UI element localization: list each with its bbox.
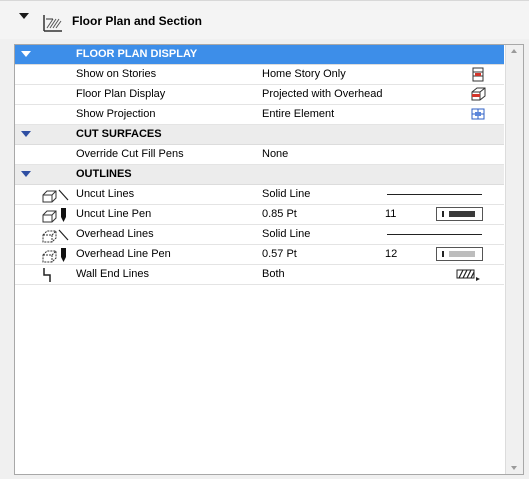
pen-number[interactable]: 12: [385, 248, 397, 260]
entire-element-icon[interactable]: [469, 106, 487, 122]
wall-end-icon: [43, 268, 51, 282]
settings-panel-header[interactable]: Floor Plan and Section: [0, 0, 529, 39]
section-floor-plan-display[interactable]: FLOOR PLAN DISPLAY: [15, 45, 504, 65]
row-uncut-lines[interactable]: Uncut Lines Solid Line: [15, 185, 504, 205]
scroll-down-icon[interactable]: [511, 466, 517, 470]
line-type-sample[interactable]: [387, 234, 482, 235]
scroll-up-icon[interactable]: [511, 49, 517, 53]
setting-value[interactable]: Home Story Only: [262, 68, 346, 80]
row-uncut-line-pen[interactable]: Uncut Line Pen 0.85 Pt 11: [15, 205, 504, 225]
expand-triangle-icon[interactable]: [21, 131, 31, 137]
floor-plan-section-icon: [43, 15, 62, 32]
wall-end-lines-icon[interactable]: [455, 266, 481, 282]
setting-value[interactable]: Projected with Overhead: [262, 88, 382, 100]
section-outlines[interactable]: OUTLINES: [15, 165, 504, 185]
setting-value[interactable]: Solid Line: [262, 228, 310, 240]
section-label: OUTLINES: [76, 168, 132, 180]
setting-name: Show Projection: [76, 108, 156, 120]
row-floor-plan-display[interactable]: Floor Plan Display Projected with Overhe…: [15, 85, 504, 105]
row-wall-end-lines[interactable]: Wall End Lines Both: [15, 265, 504, 285]
setting-value[interactable]: 0.85 Pt: [262, 208, 297, 220]
setting-name: Wall End Lines: [76, 268, 149, 280]
overhead-lines-icon: [42, 229, 69, 243]
section-cut-surfaces[interactable]: CUT SURFACES: [15, 125, 504, 145]
row-overhead-line-pen[interactable]: Overhead Line Pen 0.57 Pt 12: [15, 245, 504, 265]
setting-name: Overhead Line Pen: [76, 248, 171, 260]
setting-name: Overhead Lines: [76, 228, 154, 240]
expand-triangle-icon[interactable]: [21, 171, 31, 177]
row-show-on-stories[interactable]: Show on Stories Home Story Only: [15, 65, 504, 85]
pen-color-swatch[interactable]: [436, 247, 483, 261]
setting-value[interactable]: Solid Line: [262, 188, 310, 200]
projected-overhead-icon[interactable]: [469, 86, 487, 102]
line-type-sample[interactable]: [387, 194, 482, 195]
row-overhead-lines[interactable]: Overhead Lines Solid Line: [15, 225, 504, 245]
settings-list-panel: FLOOR PLAN DISPLAY Show on Stories Home …: [14, 44, 524, 475]
home-story-icon[interactable]: [469, 66, 487, 82]
pen-color-swatch[interactable]: [436, 207, 483, 221]
settings-list: FLOOR PLAN DISPLAY Show on Stories Home …: [15, 45, 504, 474]
row-override-cut-fill-pens[interactable]: Override Cut Fill Pens None: [15, 145, 504, 165]
setting-name: Uncut Line Pen: [76, 208, 152, 220]
uncut-lines-icon: [42, 189, 69, 203]
section-label: CUT SURFACES: [76, 128, 162, 140]
collapse-triangle-icon[interactable]: [19, 13, 29, 19]
setting-name: Override Cut Fill Pens: [76, 148, 184, 160]
setting-value[interactable]: 0.57 Pt: [262, 248, 297, 260]
pen-number[interactable]: 11: [385, 208, 396, 220]
expand-triangle-icon[interactable]: [21, 51, 31, 57]
setting-value[interactable]: Both: [262, 268, 285, 280]
pen-color-bar: [449, 211, 475, 217]
row-show-projection[interactable]: Show Projection Entire Element: [15, 105, 504, 125]
setting-value[interactable]: Entire Element: [262, 108, 334, 120]
setting-name: Show on Stories: [76, 68, 157, 80]
pen-color-bar: [449, 251, 475, 257]
vertical-scrollbar[interactable]: [505, 45, 523, 474]
overhead-line-pen-icon: [42, 248, 66, 263]
setting-name: Uncut Lines: [76, 188, 135, 200]
setting-value[interactable]: None: [262, 148, 288, 160]
setting-name: Floor Plan Display: [76, 88, 166, 100]
section-label: FLOOR PLAN DISPLAY: [76, 48, 198, 60]
panel-title: Floor Plan and Section: [72, 14, 203, 28]
uncut-line-pen-icon: [42, 208, 66, 223]
